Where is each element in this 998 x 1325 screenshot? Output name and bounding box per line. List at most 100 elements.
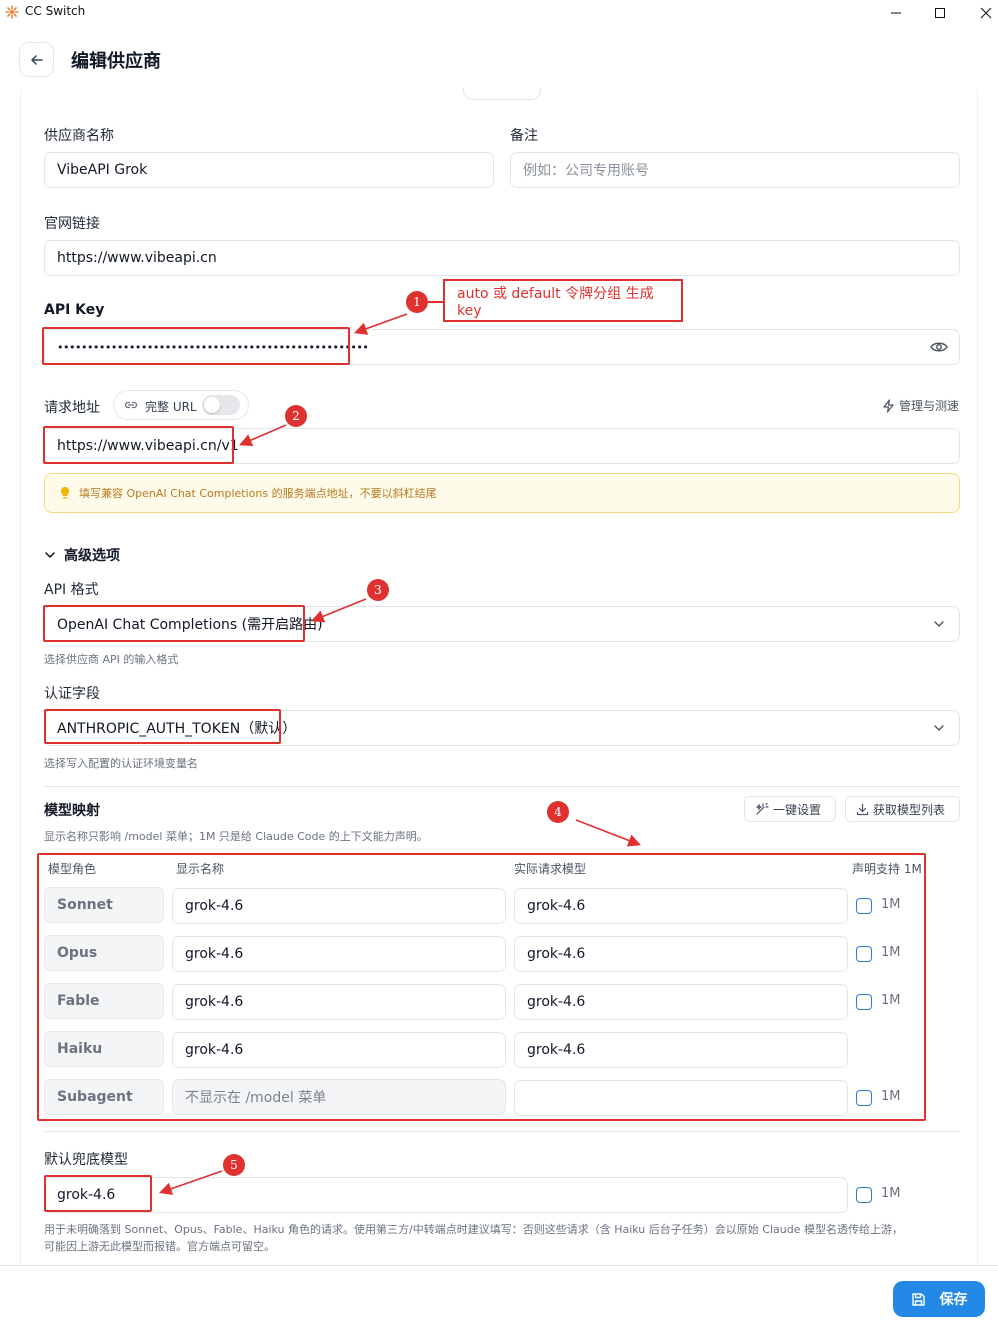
fetch-models-label: 获取模型列表 [873, 802, 946, 817]
advanced-title: 高级选项 [64, 548, 120, 564]
save-label: 保存 [939, 1292, 968, 1308]
one-click-setup-button[interactable]: 一键设置 [744, 796, 836, 822]
auth-field-label: 认证字段 [44, 686, 100, 702]
api-format-label: API 格式 [44, 582, 99, 598]
app-logo-icon [5, 5, 19, 19]
role-subagent: Subagent [44, 1079, 164, 1115]
arrow-left-icon [30, 54, 43, 65]
support-1m-checkbox[interactable] [856, 898, 872, 914]
manage-speedtest-button[interactable]: 管理与测速 [882, 397, 959, 414]
request-url-warning: 填写兼容 OpenAI Chat Completions 的服务端点地址，不要以… [44, 473, 960, 513]
panel-tab-stub [463, 88, 541, 100]
annotation-badge-4: 4 [547, 801, 569, 823]
api-format-value: OpenAI Chat Completions (需开启路由) [57, 617, 323, 633]
actual-model-input[interactable]: grok-4.6 [514, 936, 848, 972]
link-icon [124, 401, 138, 409]
api-format-hint: 选择供应商 API 的输入格式 [44, 653, 179, 666]
model-mapping-title: 模型映射 [44, 803, 100, 819]
display-name-input[interactable]: grok-4.6 [172, 984, 506, 1020]
role-opus: Opus [44, 935, 164, 971]
annotation-arrow-4 [575, 819, 641, 847]
role-fable: Fable [44, 983, 164, 1019]
download-icon [856, 803, 869, 815]
warning-text: 填写兼容 OpenAI Chat Completions 的服务端点地址，不要以… [79, 487, 437, 500]
back-button[interactable] [19, 42, 54, 77]
actual-model-input[interactable]: grok-4.6 [514, 984, 848, 1020]
request-url-input[interactable]: https://www.vibeapi.cn/v1 [44, 428, 960, 464]
minimize-button[interactable] [876, 0, 916, 26]
page-title: 编辑供应商 [71, 51, 161, 72]
divider [44, 786, 960, 787]
provider-name-label: 供应商名称 [44, 128, 114, 144]
fallback-hint-line1: 用于未明确落到 Sonnet、Opus、Fable、Haiku 角色的请求。使用… [44, 1223, 903, 1236]
column-header-role: 模型角色 [48, 862, 97, 876]
fallback-model-input[interactable]: grok-4.6 [44, 1177, 848, 1213]
support-1m-checkbox[interactable] [856, 946, 872, 962]
api-key-label: API Key [44, 302, 105, 318]
maximize-icon [935, 8, 945, 18]
display-name-input[interactable]: grok-4.6 [172, 888, 506, 924]
maximize-button[interactable] [920, 0, 960, 26]
support-1m-label: 1M [881, 945, 901, 960]
full-url-switch[interactable] [202, 395, 240, 415]
footer-bar [0, 1265, 998, 1325]
switch-knob [204, 397, 220, 413]
advanced-toggle[interactable]: 高级选项 [44, 545, 120, 565]
fallback-1m-checkbox[interactable] [856, 1187, 872, 1203]
annotation-badge-3: 3 [367, 579, 389, 601]
annotation-badge-2: 2 [285, 405, 307, 427]
support-1m-label: 1M [881, 1089, 901, 1104]
lightbulb-icon [60, 486, 70, 499]
save-button[interactable]: 保存 [893, 1281, 985, 1317]
actual-model-input[interactable] [514, 1080, 848, 1116]
panel-border-left [20, 90, 21, 1265]
magic-wand-icon [756, 802, 769, 815]
chevron-down-icon [934, 725, 944, 731]
display-name-input-disabled: 不显示在 /model 菜单 [172, 1079, 506, 1115]
minimize-icon [891, 12, 901, 14]
api-format-select[interactable]: OpenAI Chat Completions (需开启路由) [44, 606, 960, 642]
website-label: 官网链接 [44, 216, 100, 232]
auth-field-value: ANTHROPIC_AUTH_TOKEN（默认） [57, 721, 297, 737]
display-name-input[interactable]: grok-4.6 [172, 1032, 506, 1068]
column-header-1m: 声明支持 1M [852, 862, 922, 876]
support-1m-checkbox[interactable] [856, 1090, 872, 1106]
request-url-label: 请求地址 [44, 400, 100, 416]
full-url-toggle-group[interactable]: 完整 URL [113, 390, 249, 420]
fallback-1m-label: 1M [881, 1186, 901, 1201]
fallback-hint-line2: 可能因上游无此模型而报错。官方端点可留空。 [44, 1240, 275, 1253]
title-bar: CC Switch [0, 0, 998, 26]
save-icon [911, 1292, 925, 1306]
model-mapping-hint: 显示名称只影响 /model 菜单；1M 只是给 Claude Code 的上下… [44, 830, 428, 843]
auth-field-select[interactable]: ANTHROPIC_AUTH_TOKEN（默认） [44, 710, 960, 746]
annotation-badge-5: 5 [223, 1154, 245, 1176]
divider [44, 1131, 960, 1132]
lightning-icon [883, 398, 894, 413]
api-key-input[interactable]: ••••••••••••••••••••••••••••••••••••••••… [44, 329, 960, 365]
note-input[interactable]: 例如：公司专用账号 [510, 152, 960, 188]
actual-model-input[interactable]: grok-4.6 [514, 888, 848, 924]
website-input[interactable]: https://www.vibeapi.cn [44, 240, 960, 276]
support-1m-label: 1M [881, 897, 901, 912]
support-1m-checkbox[interactable] [856, 994, 872, 1010]
annotation-badge-1: 1 [406, 291, 428, 313]
one-click-setup-label: 一键设置 [773, 802, 822, 817]
fetch-models-button[interactable]: 获取模型列表 [845, 796, 960, 822]
note-label: 备注 [510, 128, 538, 144]
page-header: 编辑供应商 [0, 26, 998, 90]
manage-speedtest-label: 管理与测速 [899, 399, 960, 413]
fallback-model-label: 默认兜底模型 [44, 1152, 128, 1168]
chevron-down-icon [45, 552, 55, 558]
full-url-label: 完整 URL [145, 400, 197, 414]
api-key-value: ••••••••••••••••••••••••••••••••••••••••… [57, 340, 369, 354]
actual-model-input[interactable]: grok-4.6 [514, 1032, 848, 1068]
close-button[interactable] [966, 0, 998, 26]
display-name-input[interactable]: grok-4.6 [172, 936, 506, 972]
window-title: CC Switch [25, 4, 86, 18]
provider-name-input[interactable]: VibeAPI Grok [44, 152, 494, 188]
chevron-down-icon [934, 621, 944, 627]
column-header-display: 显示名称 [176, 862, 225, 876]
column-header-actual: 实际请求模型 [514, 862, 587, 876]
eye-icon[interactable] [930, 340, 948, 354]
role-sonnet: Sonnet [44, 887, 164, 923]
